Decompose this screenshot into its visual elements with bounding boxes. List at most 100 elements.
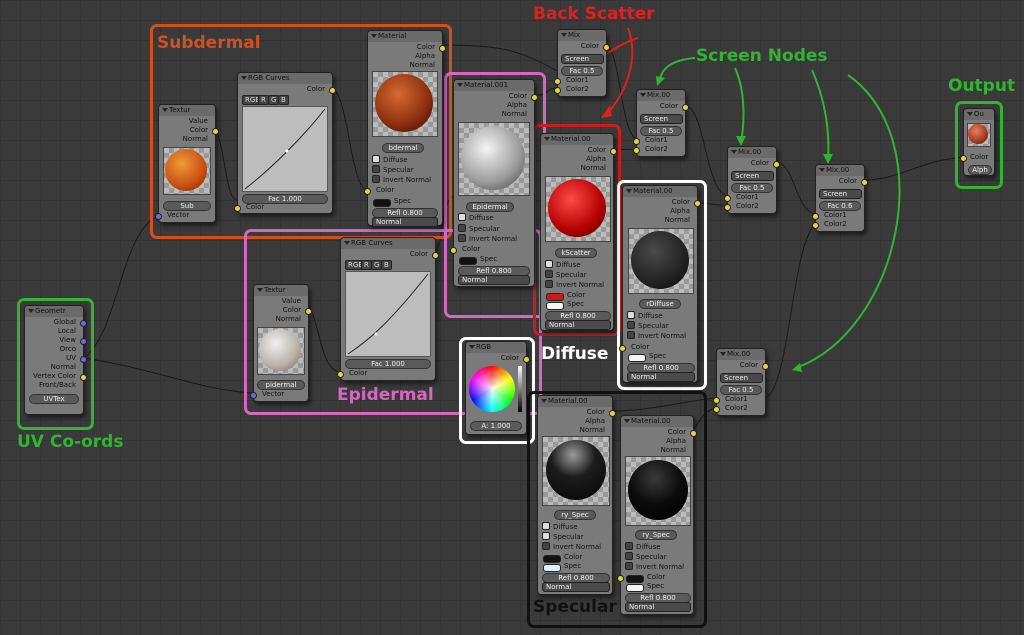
fac-field[interactable]: Fac 0.5 xyxy=(640,126,682,136)
mix-node-4[interactable]: Mix.00 Color Screen Fac 0.6 Color1 Color… xyxy=(812,164,868,232)
value-slider[interactable] xyxy=(518,366,522,412)
socket[interactable] xyxy=(713,397,720,404)
socket[interactable] xyxy=(432,252,439,259)
socket[interactable] xyxy=(80,374,87,381)
diffuse-checkbox[interactable]: Diffuse xyxy=(458,213,494,223)
blend-mode-select[interactable]: Screen xyxy=(731,171,774,181)
curve-b-button[interactable]: B xyxy=(381,260,392,270)
material-epidermal-node[interactable]: Material.001 Color Alpha Normal Epiderma… xyxy=(450,79,538,287)
socket[interactable] xyxy=(80,320,87,327)
material-name-field[interactable]: rDiffuse xyxy=(639,299,681,309)
socket[interactable] xyxy=(690,430,697,437)
invert-normal-checkbox[interactable]: Invert Normal xyxy=(372,175,431,185)
normal-select[interactable]: Normal xyxy=(372,217,438,227)
socket[interactable] xyxy=(617,575,624,582)
socket[interactable] xyxy=(812,213,819,220)
diffuse-checkbox[interactable]: Diffuse xyxy=(627,311,663,321)
diffuse-checkbox[interactable]: Diffuse xyxy=(372,155,408,165)
material-spec2-node[interactable]: Material.00 Color Alpha Normal ry_Spec D… xyxy=(617,415,697,615)
spec-swatch[interactable] xyxy=(543,564,561,572)
socket[interactable] xyxy=(724,204,731,211)
fac-field[interactable]: Fac 0.6 xyxy=(819,201,861,211)
socket[interactable] xyxy=(609,410,616,417)
specular-checkbox[interactable]: Specular xyxy=(458,224,500,234)
socket[interactable] xyxy=(531,94,538,101)
normal-select[interactable]: Normal xyxy=(627,372,695,382)
color-swatch[interactable] xyxy=(626,575,644,583)
socket[interactable] xyxy=(212,128,219,135)
socket[interactable] xyxy=(250,392,257,399)
socket[interactable] xyxy=(305,308,312,315)
socket[interactable] xyxy=(724,195,731,202)
alpha-field[interactable]: Alph xyxy=(968,165,992,175)
fac-field[interactable]: Fac 0.5 xyxy=(720,385,762,395)
material-name-field[interactable]: ry_Spec xyxy=(554,510,596,520)
invert-normal-checkbox[interactable]: Invert Normal xyxy=(545,280,604,290)
material-spec1-node[interactable]: Material.00 Color Alpha Normal ry_Spec D… xyxy=(537,395,616,595)
socket[interactable] xyxy=(450,247,457,254)
color-swatch[interactable] xyxy=(543,555,561,563)
rgb-node[interactable]: RGB Color A: 1.000 xyxy=(465,341,530,435)
socket[interactable] xyxy=(713,406,720,413)
fac-field[interactable]: Fac 0.5 xyxy=(731,183,773,193)
material-name-field[interactable]: bdermal xyxy=(382,143,424,153)
alpha-field[interactable]: A: 1.000 xyxy=(470,421,522,431)
normal-select[interactable]: Normal xyxy=(545,320,611,330)
blend-mode-select[interactable]: Screen xyxy=(640,114,683,124)
socket[interactable] xyxy=(554,87,561,94)
invert-normal-checkbox[interactable]: Invert Normal xyxy=(627,331,686,341)
material-name-field[interactable]: kScatter xyxy=(555,248,597,258)
material-name-field[interactable]: Epidermal xyxy=(466,202,514,212)
invert-normal-checkbox[interactable]: Invert Normal xyxy=(542,542,601,552)
geometry-node[interactable]: Geometr Global Local View Orco UV Normal… xyxy=(24,305,87,415)
socket[interactable] xyxy=(337,371,344,378)
socket[interactable] xyxy=(155,213,162,220)
socket[interactable] xyxy=(633,147,640,154)
socket[interactable] xyxy=(861,179,868,186)
socket[interactable] xyxy=(960,155,967,162)
fac-field[interactable]: Fac 1.000 xyxy=(345,359,431,369)
spec-swatch[interactable] xyxy=(373,199,391,207)
blend-mode-select[interactable]: Screen xyxy=(819,189,862,199)
specular-checkbox[interactable]: Specular xyxy=(625,552,667,562)
socket[interactable] xyxy=(694,200,701,207)
specular-checkbox[interactable]: Specular xyxy=(545,270,587,280)
texture-epi-node[interactable]: Textur Value Color Normal pidermal Vecto… xyxy=(250,284,312,402)
rgb-curves-epi-node[interactable]: RGB Curves Color RGB R G B Fac 1.000 Col… xyxy=(337,237,439,381)
blend-mode-select[interactable]: Screen xyxy=(720,373,763,383)
socket[interactable] xyxy=(80,356,87,363)
spec-swatch[interactable] xyxy=(626,584,644,592)
output-node[interactable]: Ou Color Alph xyxy=(960,108,995,176)
specular-checkbox[interactable]: Specular xyxy=(627,321,669,331)
socket[interactable] xyxy=(554,78,561,85)
spec-swatch[interactable] xyxy=(546,302,564,310)
mix-node-1[interactable]: Mix Color Screen Fac 0.5 Color1 Color2 xyxy=(554,29,610,97)
normal-select[interactable]: Normal xyxy=(542,582,610,592)
socket[interactable] xyxy=(234,205,241,212)
texture-name-field[interactable]: Sub xyxy=(163,201,211,211)
mix-node-2[interactable]: Mix.00 Color Screen Fac 0.5 Color1 Color… xyxy=(633,89,689,157)
color-swatch[interactable] xyxy=(546,293,564,301)
socket[interactable] xyxy=(364,188,371,195)
diffuse-checkbox[interactable]: Diffuse xyxy=(542,522,578,532)
socket[interactable] xyxy=(603,44,610,51)
blend-mode-select[interactable]: Screen xyxy=(561,54,604,64)
socket[interactable] xyxy=(80,338,87,345)
diffuse-checkbox[interactable]: Diffuse xyxy=(545,260,581,270)
socket[interactable] xyxy=(773,161,780,168)
socket[interactable] xyxy=(439,45,446,52)
socket[interactable] xyxy=(329,87,336,94)
mix-node-3[interactable]: Mix.00 Color Screen Fac 0.5 Color1 Color… xyxy=(724,146,780,214)
curve-graph[interactable] xyxy=(345,271,431,357)
socket[interactable] xyxy=(523,356,530,363)
socket[interactable] xyxy=(762,363,769,370)
socket[interactable] xyxy=(812,222,819,229)
specular-checkbox[interactable]: Specular xyxy=(372,165,414,175)
diffuse-checkbox[interactable]: Diffuse xyxy=(625,542,661,552)
normal-select[interactable]: Normal xyxy=(458,275,530,285)
rgb-curves-sub-node[interactable]: RGB Curves Color RGB R G B Fac 1.000 Col… xyxy=(234,72,336,214)
material-name-field[interactable]: ry_Spec xyxy=(635,530,677,540)
normal-select[interactable]: Normal xyxy=(625,602,691,612)
curve-graph[interactable] xyxy=(242,106,328,192)
material-sub-node[interactable]: Material Color Alpha Normal bdermal Diff… xyxy=(364,30,446,227)
